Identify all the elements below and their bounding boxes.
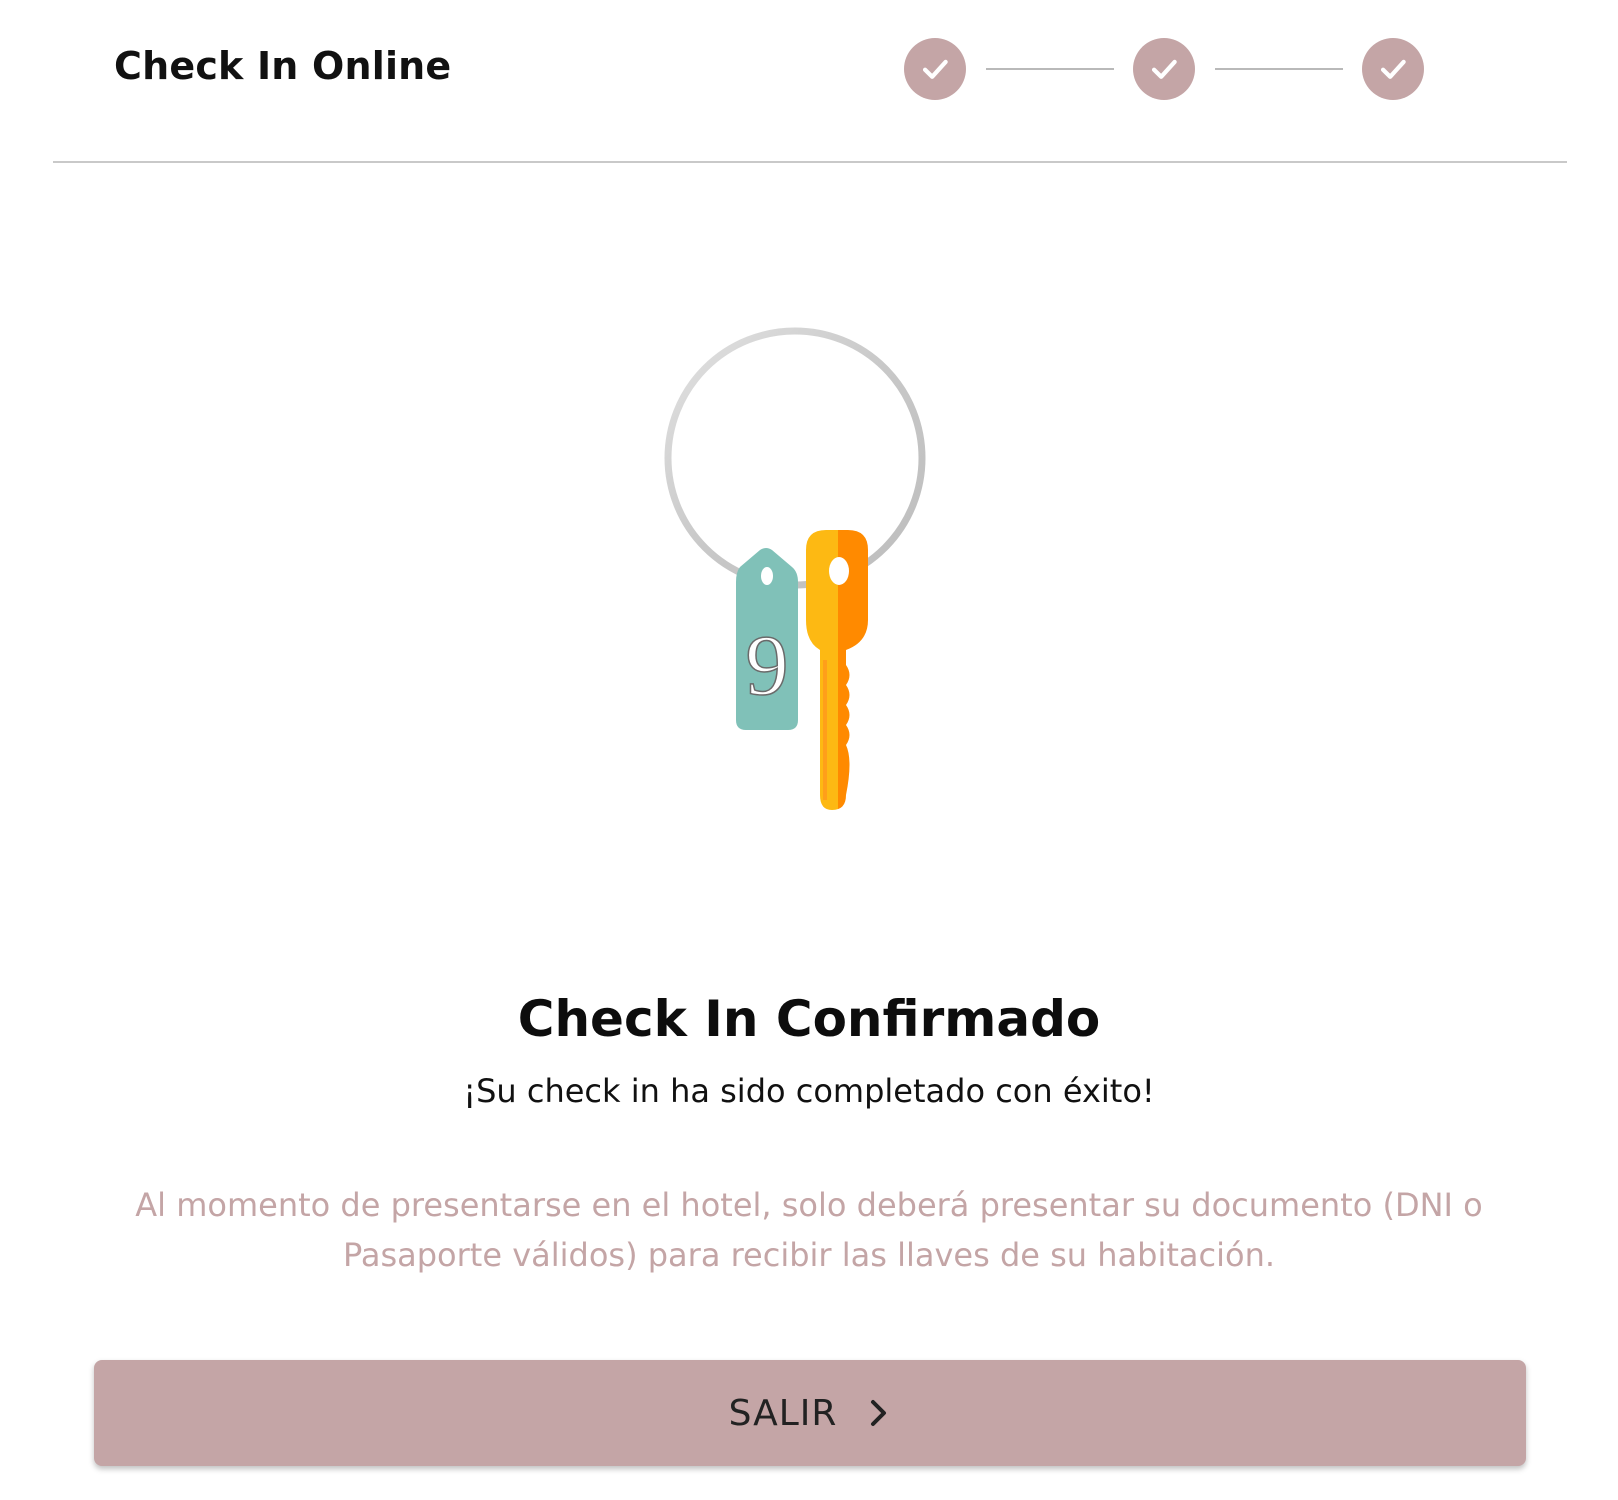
room-tag-number: 9 [746,617,789,713]
step-connector [1215,68,1343,70]
hotel-keys-icon: 9 [664,327,926,810]
check-icon [1151,59,1177,79]
step-1-completed [904,38,966,100]
step-connector [986,68,1114,70]
confirmation-title: Check In Confirmado [517,990,1101,1048]
progress-stepper [904,38,1424,102]
header: Check In Online [0,0,1618,163]
step-3-completed [1362,38,1424,100]
confirmation-subtitle: ¡Su check in ha sido completado con éxit… [463,1072,1155,1110]
check-icon [1380,59,1406,79]
confirmation-instructions: Al momento de presentarse en el hotel, s… [135,1186,1483,1274]
header-divider [53,161,1567,163]
check-icon [922,59,948,79]
chevron-right-icon [871,1400,887,1426]
exit-button-label: SALIR [728,1392,838,1434]
exit-button[interactable]: SALIR [94,1360,1526,1466]
page-title: Check In Online [114,44,452,88]
step-2-completed [1133,38,1195,100]
